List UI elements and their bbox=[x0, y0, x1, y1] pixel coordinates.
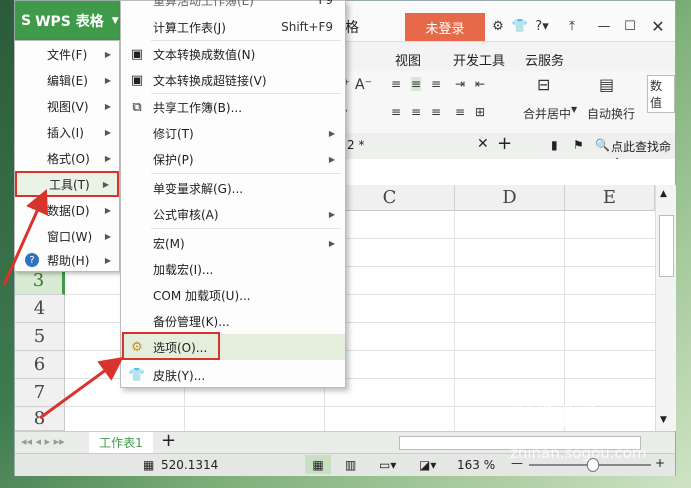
arrow-to-options bbox=[39, 356, 124, 420]
arrow-to-tools bbox=[2, 189, 49, 286]
watermark-logo: 搜狗指南 bbox=[516, 406, 605, 431]
watermark-url: zhinan.sogou.com bbox=[510, 444, 647, 462]
